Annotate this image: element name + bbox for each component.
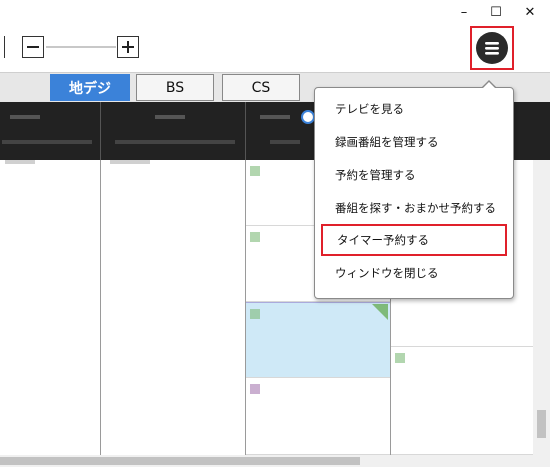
header-blur-bar bbox=[115, 140, 235, 144]
program-cell-selected[interactable] bbox=[246, 302, 390, 378]
zoom-in-button[interactable] bbox=[117, 36, 139, 58]
menu-pointer-inner bbox=[482, 82, 496, 89]
corner-marker-icon bbox=[372, 304, 388, 320]
grid-blur-bar bbox=[110, 160, 150, 164]
header-divider bbox=[245, 102, 246, 160]
grid-divider bbox=[100, 160, 101, 455]
header-divider bbox=[100, 102, 101, 160]
program-cell[interactable] bbox=[391, 297, 533, 347]
minimize-button[interactable]: – bbox=[446, 0, 482, 24]
vertical-scroll-thumb[interactable] bbox=[537, 410, 546, 438]
zoom-out-button[interactable] bbox=[22, 36, 44, 58]
menu-item-close-window[interactable]: ウィンドウを閉じる bbox=[321, 257, 507, 289]
horizontal-scroll-thumb[interactable] bbox=[0, 457, 360, 465]
header-radio-icon[interactable] bbox=[301, 110, 315, 124]
program-cell[interactable] bbox=[246, 378, 390, 455]
header-blur-bar bbox=[10, 115, 40, 119]
program-cell[interactable] bbox=[391, 347, 533, 455]
menu-item-timer-reservation[interactable]: タイマー予約する bbox=[321, 224, 507, 256]
menu-item-manage-recordings[interactable]: 録画番組を管理する bbox=[321, 126, 507, 158]
genre-icon bbox=[250, 166, 260, 176]
zoom-slider-track[interactable] bbox=[46, 46, 116, 48]
hamburger-icon bbox=[485, 42, 499, 55]
header-blur-bar bbox=[2, 140, 92, 144]
menu-item-search-programs[interactable]: 番組を探す・おまかせ予約する bbox=[321, 192, 507, 224]
tab-cs[interactable]: CS bbox=[222, 74, 300, 101]
header-blur-bar bbox=[260, 115, 290, 119]
menu-item-watch-tv[interactable]: テレビを見る bbox=[321, 93, 507, 125]
genre-icon bbox=[250, 232, 260, 242]
header-blur-bar bbox=[270, 140, 300, 144]
header-blur-bar bbox=[155, 115, 185, 119]
genre-icon bbox=[250, 309, 260, 319]
genre-icon bbox=[250, 384, 260, 394]
tab-bs[interactable]: BS bbox=[136, 74, 214, 101]
menu-button[interactable] bbox=[476, 32, 508, 64]
close-button[interactable]: ✕ bbox=[512, 0, 548, 24]
tab-terrestrial[interactable]: 地デジ bbox=[50, 74, 130, 101]
main-menu: テレビを見る 録画番組を管理する 予約を管理する 番組を探す・おまかせ予約する … bbox=[314, 87, 514, 299]
maximize-button[interactable]: ☐ bbox=[478, 0, 514, 24]
menu-item-manage-reservations[interactable]: 予約を管理する bbox=[321, 159, 507, 191]
minus-icon bbox=[27, 46, 39, 48]
zoom-out-partial bbox=[0, 36, 5, 58]
genre-icon bbox=[395, 353, 405, 363]
toolbar bbox=[0, 24, 550, 72]
plus-icon-vertical bbox=[127, 41, 129, 53]
grid-blur-bar bbox=[5, 160, 35, 164]
